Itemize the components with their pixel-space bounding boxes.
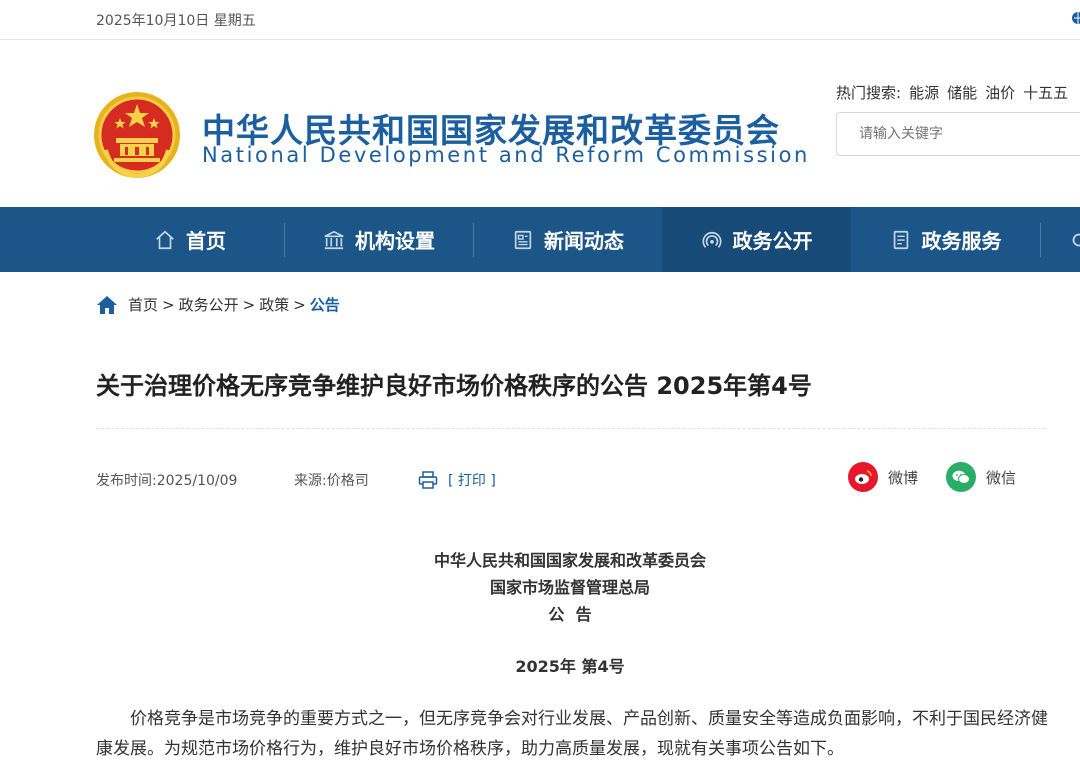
share-wechat-button[interactable]: 微信 [946, 462, 1016, 492]
nav-label: 政务服务 [921, 229, 1002, 253]
partial-nav-icon [1072, 233, 1080, 247]
breadcrumb-separator: > [162, 295, 175, 314]
source-name: 价格司 [326, 473, 369, 489]
current-date: 2025年10月10日 星期五 [96, 13, 256, 29]
document-icon [893, 230, 908, 249]
nav-label: 机构设置 [355, 229, 435, 253]
print-button[interactable]: [ 打印 ] [418, 470, 496, 490]
breadcrumb-link[interactable]: 政策 [259, 294, 289, 315]
hot-keyword[interactable]: 油价 [985, 84, 1015, 102]
hot-keyword[interactable]: 能源 [909, 84, 939, 102]
nav-item-news[interactable]: 新闻动态 [474, 207, 662, 272]
issuer-line: 中华人民共和国国家发展和改革委员会 [433, 551, 706, 570]
wechat-label: 微信 [986, 468, 1017, 487]
issuer-line: 国家市场监督管理总局 [489, 578, 650, 597]
nav-label: 首页 [186, 229, 226, 253]
title-divider [96, 428, 1046, 429]
breadcrumb-separator: > [293, 295, 306, 314]
home-icon [156, 230, 174, 249]
article-title: 关于治理价格无序竞争维护良好市场价格秩序的公告 2025年第4号 [96, 372, 812, 400]
nav-divider [1040, 223, 1041, 257]
nav-item-gov-services[interactable]: 政务服务 [851, 207, 1040, 272]
breadcrumb-current[interactable]: 公告 [310, 294, 340, 315]
nav-label: 新闻动态 [544, 229, 624, 253]
hot-search: 热门搜索: 能源 储能 油价 十五五 [836, 82, 1076, 103]
nav-label: 政务公开 [732, 229, 813, 253]
search-input[interactable] [837, 113, 1080, 155]
site-title-english: National Development and Reform Commissi… [202, 143, 810, 167]
hot-keyword[interactable]: 十五五 [1023, 84, 1068, 102]
publish-label: 发布时间: [96, 473, 157, 489]
share-weibo-button[interactable]: 微博 [848, 462, 918, 492]
breadcrumb-separator: > [242, 295, 256, 314]
main-nav: 首页 机构设置 新闻动态 政务公开 政务服务 [0, 207, 1080, 272]
wechat-icon [946, 462, 976, 492]
article-meta: 发布时间:2025/10/09 来源:价格司 [ 打印 ] [96, 470, 496, 490]
breadcrumb-link[interactable]: 首页 [128, 294, 158, 315]
national-emblem-icon [94, 92, 180, 179]
source-label: 来源: [294, 473, 327, 489]
article-paragraph: 价格竞争是市场竞争的重要方式之一，但无序竞争会对行业发展、产品创新、质量安全等造… [96, 709, 1048, 759]
source-info: 来源:价格司 [294, 470, 369, 490]
document-type: 公 告 [548, 605, 592, 624]
weibo-icon [848, 462, 878, 492]
nav-item-home[interactable]: 首页 [96, 207, 284, 272]
nav-item-institution[interactable]: 机构设置 [285, 207, 473, 272]
home-icon[interactable] [96, 295, 118, 315]
site-header: 中华人民共和国国家发展和改革委员会 National Development a… [0, 40, 1080, 207]
institution-icon [324, 230, 344, 249]
breadcrumb-link[interactable]: 政务公开 [179, 294, 239, 315]
publish-date: 2025/10/09 [156, 473, 238, 489]
hot-search-label: 热门搜索: [836, 84, 902, 102]
news-icon [514, 230, 532, 249]
search-box [836, 112, 1080, 156]
print-label: [ 打印 ] [448, 473, 496, 489]
hot-keyword[interactable]: 储能 [947, 84, 977, 102]
printer-icon [418, 471, 438, 489]
language-icon[interactable] [1068, 11, 1080, 27]
weibo-label: 微博 [888, 468, 919, 487]
top-bar: 2025年10月10日 星期五 [0, 0, 1080, 40]
broadcast-icon [701, 231, 722, 248]
breadcrumb: 首页 > 政务公开 > 政策 > 公告 [96, 294, 340, 315]
document-number: 2025年 第4号 [515, 657, 625, 676]
nav-item-gov-affairs[interactable]: 政务公开 [662, 207, 851, 272]
